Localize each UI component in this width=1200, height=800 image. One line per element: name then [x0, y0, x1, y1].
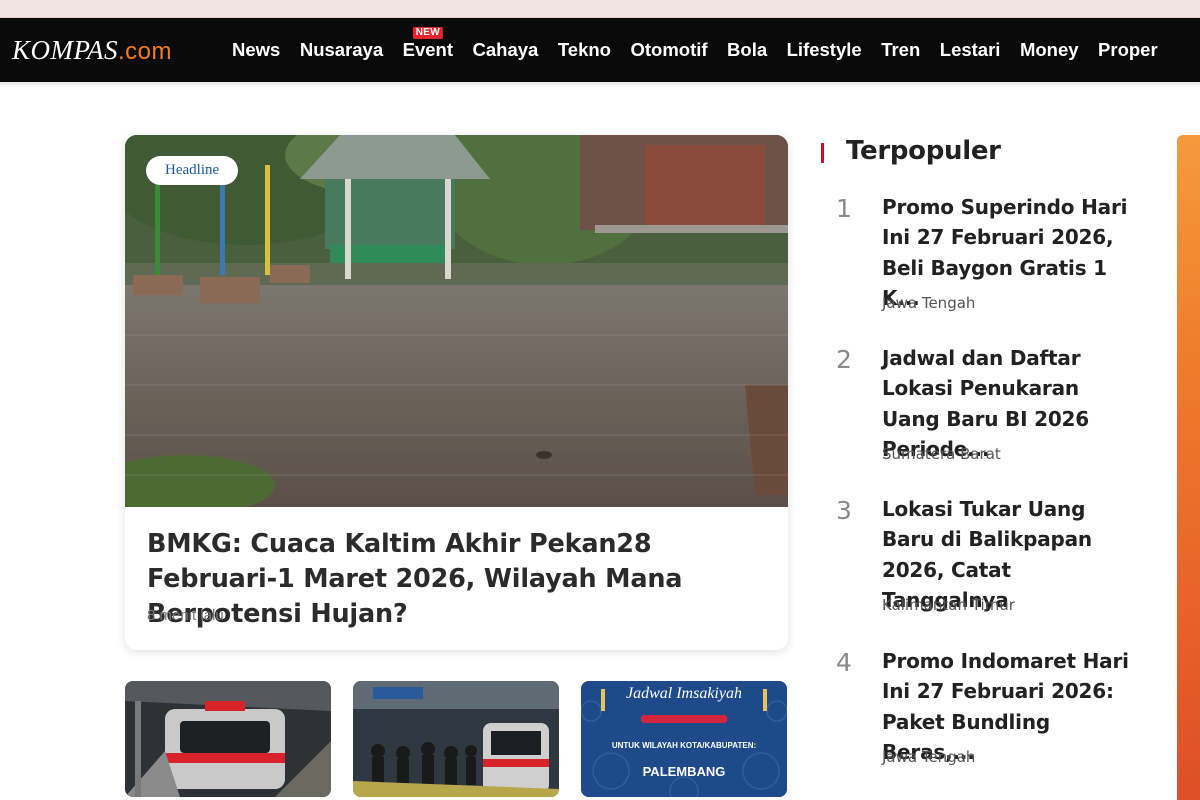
popular-rank: 3 [836, 496, 852, 525]
nav-lestari[interactable]: Lestari [940, 39, 1001, 61]
nav-tren[interactable]: Tren [881, 39, 920, 61]
thumbnail-train-1[interactable] [125, 681, 331, 797]
imsakiyah-city: PALEMBANG [642, 764, 726, 779]
nav-news[interactable]: News [232, 39, 280, 61]
nav-otomotif[interactable]: Otomotif [630, 39, 707, 61]
popular-region[interactable]: Sumatera Barat [882, 445, 1001, 463]
browser-top-strip [0, 0, 1200, 18]
headline-card[interactable]: Headline BMKG: Cuaca Kaltim Akhir Pekan2… [125, 135, 788, 650]
popular-region[interactable]: Jawa Tengah [882, 748, 975, 766]
side-ad-banner[interactable] [1177, 135, 1200, 800]
popular-rank: 1 [836, 194, 852, 223]
nav-nusaraya[interactable]: Nusaraya [300, 39, 383, 61]
popular-section-title: Terpopuler [846, 136, 1001, 166]
top-navbar: KOMPAS.com News Nusaraya Event NEW Cahaya… [0, 18, 1200, 82]
headline-tag[interactable]: Headline [146, 156, 239, 185]
main-nav: News Nusaraya Event NEW Cahaya Tekno Otom… [232, 18, 1177, 82]
nav-lifestyle[interactable]: Lifestyle [787, 39, 862, 61]
thumbnail-train-2[interactable] [353, 681, 559, 797]
imsakiyah-title: Jadwal Imsakiyah [626, 685, 742, 702]
imsakiyah-region-label: UNTUK WILAYAH KOTA/KABUPATEN: [611, 741, 757, 750]
nav-event-label: Event [402, 39, 454, 60]
popular-rank: 4 [836, 648, 852, 677]
nav-property[interactable]: Proper [1098, 39, 1158, 61]
headline-title[interactable]: BMKG: Cuaca Kaltim Akhir Pekan28 Februar… [147, 527, 772, 632]
popular-region[interactable]: Kalimantan Timur [882, 596, 1015, 614]
nav-tekno[interactable]: Tekno [558, 39, 611, 61]
train-photo-2 [353, 681, 559, 797]
headline-image[interactable]: Headline [125, 135, 788, 507]
imsakiyah-ribbon [641, 715, 727, 723]
nav-shadow [0, 82, 1200, 88]
popular-region[interactable]: Jawa Tengah [882, 294, 975, 312]
new-badge: NEW [412, 27, 443, 39]
nav-event[interactable]: Event NEW [402, 27, 454, 61]
flooded-yard-photo [125, 135, 788, 507]
train-photo-1 [125, 681, 331, 797]
popular-rank: 2 [836, 345, 852, 374]
section-accent-bar [821, 143, 824, 163]
headline-time: 8 menit lalu [147, 607, 224, 624]
kompas-logo[interactable]: KOMPAS.com [12, 35, 172, 66]
nav-bola[interactable]: Bola [727, 39, 767, 61]
thumbnail-imsakiyah[interactable]: Jadwal Imsakiyah UNTUK WILAYAH KOTA/KABU… [581, 681, 787, 797]
nav-money[interactable]: Money [1020, 39, 1079, 61]
nav-cahaya[interactable]: Cahaya [473, 39, 539, 61]
